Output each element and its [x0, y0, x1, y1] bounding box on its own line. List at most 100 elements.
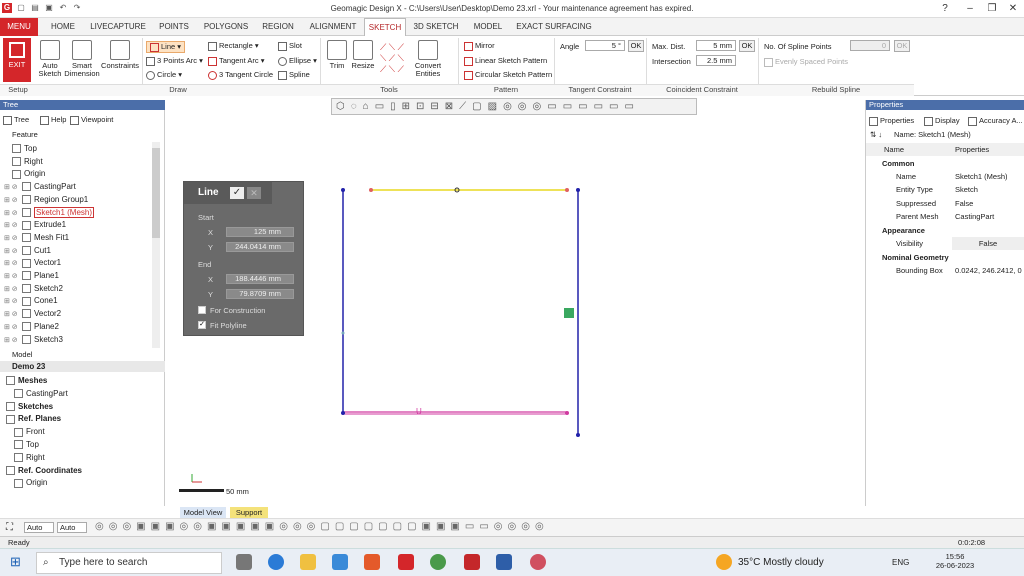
brave-icon[interactable]	[364, 554, 380, 570]
tree-item[interactable]: ⊞ ⊘ Cone1	[4, 294, 58, 307]
property-row[interactable]: Name Sketch1 (Mesh)	[866, 170, 1024, 183]
common-section[interactable]: Common	[866, 157, 1024, 170]
sketch-point[interactable]	[341, 331, 345, 335]
rectangle-button[interactable]: Rectangle ▾	[208, 41, 259, 51]
fit-polyline-checkbox[interactable]: ✓	[198, 321, 206, 329]
language-indicator[interactable]: ENG	[892, 558, 909, 567]
taskbar-search[interactable]: ⌕ Type here to search	[36, 552, 222, 574]
tab-alignment[interactable]: ALIGNMENT	[304, 18, 362, 36]
tab-support[interactable]: Support	[230, 507, 268, 518]
max-dist-input[interactable]: 5 mm	[696, 40, 736, 51]
start-section[interactable]: Start	[198, 213, 214, 222]
tab-sketch[interactable]: SKETCH	[364, 18, 406, 36]
tab-region[interactable]: REGION	[256, 18, 300, 36]
three-tangent-circle-button[interactable]: 3 Tangent Circle	[208, 70, 273, 80]
smart-dimension-button[interactable]: Smart Dimension	[64, 40, 100, 78]
sketch-point[interactable]	[565, 411, 569, 415]
weather-text[interactable]: 35°C Mostly cloudy	[738, 557, 824, 568]
trim-button[interactable]: Trim	[324, 40, 350, 70]
property-row-bounding-box[interactable]: Bounding Box 0.0242, 246.2412, 0	[866, 264, 1024, 277]
spline-button[interactable]: Spline	[278, 70, 310, 80]
angle-ok-button[interactable]: OK	[628, 40, 644, 52]
property-row[interactable]: Suppressed False	[866, 197, 1024, 210]
model-item[interactable]: Origin	[14, 476, 47, 489]
convert-entities-button[interactable]: Convert Entities	[410, 40, 446, 78]
model-item[interactable]: Meshes	[6, 374, 47, 387]
file-explorer-icon[interactable]	[300, 554, 316, 570]
tangent-arc-button[interactable]: Tangent Arc ▾	[208, 56, 264, 66]
linear-sketch-pattern-button[interactable]: Linear Sketch Pattern	[464, 56, 547, 66]
tab-points[interactable]: POINTS	[152, 18, 196, 36]
sketch-point[interactable]	[341, 188, 345, 192]
tree-tab-tree[interactable]: Tree	[3, 115, 29, 125]
mirror-button[interactable]: Mirror	[464, 41, 495, 51]
tree-tab-viewpoint[interactable]: Viewpoint	[70, 115, 113, 125]
model-item[interactable]: Ref. Coordinates	[6, 464, 82, 477]
property-row[interactable]: Parent Mesh CastingPart	[866, 210, 1024, 223]
spline-points-ok-button[interactable]: OK	[894, 40, 910, 52]
wps-icon[interactable]	[398, 554, 414, 570]
sketch-point[interactable]	[576, 188, 580, 192]
three-points-arc-button[interactable]: 3 Points Arc ▾	[146, 56, 203, 66]
close-button[interactable]: ✕	[1003, 2, 1023, 16]
model-item[interactable]: CastingPart	[14, 387, 68, 400]
model-item[interactable]: Right	[14, 451, 45, 464]
vertical-constraint-icon[interactable]	[564, 308, 574, 318]
sketch-point[interactable]	[576, 433, 580, 437]
tree-tab-help[interactable]: Help	[40, 115, 66, 125]
angle-input[interactable]: 5 °	[585, 40, 625, 51]
auto-select-2[interactable]: Auto	[57, 522, 87, 533]
chrome-icon[interactable]	[430, 554, 446, 570]
auto-select-1[interactable]: Auto	[24, 522, 54, 533]
dialog-cancel-icon[interactable]: ✕	[247, 187, 261, 199]
properties-tab[interactable]: Properties	[869, 116, 914, 126]
model-root[interactable]: Demo 23	[0, 361, 165, 372]
windows-start-icon[interactable]: ⊞	[10, 555, 24, 569]
minimize-button[interactable]: –	[960, 2, 980, 16]
tree-scrollbar[interactable]	[152, 142, 160, 348]
word-icon[interactable]	[496, 554, 512, 570]
appearance-section[interactable]: Appearance	[866, 224, 1024, 237]
property-row[interactable]: Entity Type Sketch	[866, 183, 1024, 196]
evenly-spaced-checkbox[interactable]: Evenly Spaced Points	[764, 57, 848, 67]
tree-item[interactable]: Right	[12, 155, 43, 168]
sketch-point[interactable]	[565, 188, 569, 192]
slot-button[interactable]: Slot	[278, 41, 302, 51]
property-row-visibility[interactable]: Visibility False	[866, 237, 1024, 250]
tree-item[interactable]: ⊞ ⊘ Plane2	[4, 320, 59, 333]
tab-menu[interactable]: MENU	[0, 18, 38, 36]
tab-exact-surfacing[interactable]: EXACT SURFACING	[514, 18, 594, 36]
tree-item[interactable]: Top	[12, 142, 37, 155]
expand-icon[interactable]: ⊞ ⊘	[4, 334, 22, 347]
start-y-input[interactable]: 244.0414 mm	[226, 242, 294, 252]
nominal-geometry-section[interactable]: Nominal Geometry	[866, 251, 1024, 264]
intersection-input[interactable]: 2.5 mm	[696, 55, 736, 66]
tree-scrollbar-thumb[interactable]	[152, 148, 160, 238]
tree-item[interactable]: ⊞ ⊘ Mesh Fit1	[4, 231, 69, 244]
design-x-icon[interactable]	[464, 554, 480, 570]
sketch-point[interactable]	[341, 411, 345, 415]
constraints-button[interactable]: Constraints	[100, 40, 140, 70]
sketch-tools-icons[interactable]: ⟋ ⟍ ⟋ ⟍ ⟋ ⟍ ⟋ ⟍ ⟋	[380, 42, 404, 75]
sort-icon[interactable]: ⇅ ↓	[870, 130, 882, 139]
edge-icon[interactable]	[268, 554, 284, 570]
accuracy-tab[interactable]: Accuracy A...	[968, 116, 1023, 126]
tab-3d-sketch[interactable]: 3D SKETCH	[410, 18, 462, 36]
model-item[interactable]: Front	[14, 425, 45, 438]
tab-model-view[interactable]: Model View	[180, 507, 226, 518]
display-tab[interactable]: Display	[924, 116, 960, 126]
tab-livecapture[interactable]: LIVECAPTURE	[88, 18, 148, 36]
model-item[interactable]: Sketches	[6, 400, 53, 413]
circle-button[interactable]: Circle ▾	[146, 70, 182, 80]
resize-button[interactable]: Resize	[350, 40, 376, 70]
sketch-point[interactable]	[369, 188, 373, 192]
tree-item[interactable]: ⊞ ⊘ Extrude1	[4, 218, 66, 231]
snap-icon[interactable]: ⛶	[6, 522, 13, 533]
end-x-input[interactable]: 188.4446 mm	[226, 274, 294, 284]
maximize-button[interactable]: ❐	[982, 2, 1002, 16]
selection-tool-icons[interactable]: ◎◎◎▣▣▣◎◎▣▣▣▣▣◎◎◎▢▢▢▢▢▢▢▣▣▣▭▭◎◎◎◎	[95, 521, 549, 532]
spline-points-input[interactable]: 0	[850, 40, 890, 51]
end-y-input[interactable]: 79.8709 mm	[226, 289, 294, 299]
tree-item[interactable]: Origin	[12, 167, 45, 180]
help-icon[interactable]: ?	[935, 2, 955, 16]
